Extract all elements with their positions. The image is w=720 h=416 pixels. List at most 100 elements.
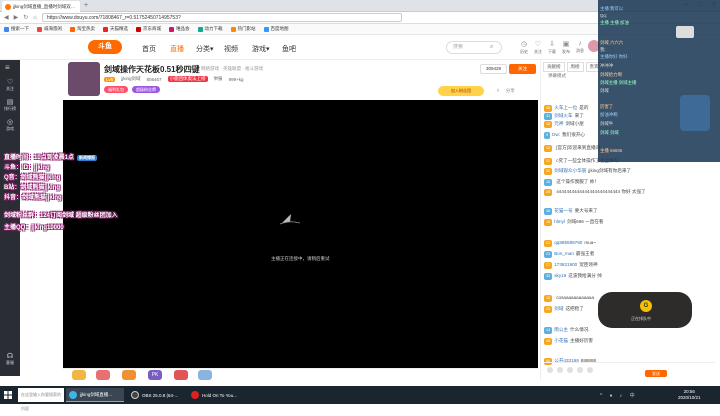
room-meta: Lv5 jjking剑域 808467 小鹿团体奥法上榜 举报 999+kg: [104, 76, 243, 82]
new-tab-icon[interactable]: +: [84, 2, 88, 9]
nav-fishbar[interactable]: 鱼吧: [282, 44, 296, 54]
danmu-line: 加油冲啊: [600, 112, 618, 117]
pk-gift[interactable]: PK: [148, 370, 162, 380]
bookmark-icon: [37, 26, 42, 32]
douyu-mascot-icon: [680, 95, 710, 131]
gift-item[interactable]: [174, 370, 188, 380]
chat-input-bar: [543, 362, 715, 376]
danmu-line: 剑域: [600, 88, 609, 93]
search-input[interactable]: 搜索: [446, 41, 502, 54]
sidebar-item-service[interactable]: ☊ 客服: [0, 352, 20, 366]
gift-item[interactable]: [122, 370, 136, 380]
send-button[interactable]: 发送: [645, 370, 667, 377]
color-icon[interactable]: [577, 366, 583, 373]
nav-video[interactable]: 视频: [224, 44, 238, 54]
nav-home[interactable]: 首页: [142, 44, 156, 54]
tab-contribution[interactable]: 贡献榜: [543, 62, 565, 72]
windows-start-icon[interactable]: [4, 391, 12, 399]
nav-game[interactable]: 游戏▾: [252, 44, 270, 54]
nav-live[interactable]: 直播: [170, 44, 184, 54]
chat-mode-label[interactable]: 弹幕模式: [548, 73, 566, 79]
chat-message: 21 qq885589780 mua~: [544, 240, 596, 247]
overlay-line: 订阅剑域 超级粉丝团加入: [50, 213, 118, 219]
super-fan-badge[interactable]: 超级粉丝牌: [132, 86, 160, 93]
danmu-line: 主播 66666: [600, 148, 623, 153]
chat-message: 23 Bon_man 最强王者: [544, 251, 595, 258]
gift-item[interactable]: [72, 370, 86, 380]
chat-tabs: 贡献榜 周榜 贵宾: [543, 62, 603, 72]
search-icon[interactable]: ⌕: [490, 44, 493, 51]
room-category[interactable]: 神秘 · 网络游戏 · 英雄联盟 · 格斗游戏: [188, 66, 263, 72]
taskbar-item-browser[interactable]: jjking剑域直播...: [66, 388, 124, 402]
room-id: 808467: [146, 76, 162, 82]
bookmark-icon: [70, 26, 75, 32]
menu-icon[interactable]: ≡: [5, 63, 10, 72]
bookmark-icon: [4, 26, 9, 32]
sidebar-item-follow[interactable]: ♡ 关注: [0, 78, 20, 92]
streamer-avatar[interactable]: [68, 62, 100, 96]
trophy-icon: ▤: [6, 99, 14, 106]
system-tray[interactable]: ^ ♦ ♪ 中: [600, 392, 638, 399]
follow-group: 309429 关注: [480, 64, 536, 74]
rank-tag[interactable]: 小鹿团体奥法上榜: [167, 76, 208, 82]
taskbar-clock[interactable]: 20:56 2020/10/21: [678, 389, 701, 401]
taskbar-item-music[interactable]: Hold On To You...: [188, 388, 244, 402]
cube-icon: [676, 26, 694, 38]
sidebar-item-game[interactable]: ◎ 游戏: [0, 118, 20, 132]
bookmark-item[interactable]: 京东商城: [136, 26, 161, 32]
danmu-line: 我:: [600, 47, 606, 52]
message-button[interactable]: ♪ 消息: [572, 40, 588, 54]
follow-button[interactable]: 关注: [509, 64, 536, 74]
bookmark-item[interactable]: 威海悠闲: [37, 26, 62, 32]
bookmark-icon: [136, 26, 141, 32]
tab-weekly[interactable]: 周榜: [566, 62, 584, 72]
chat-message: 33 sky19 这波我给满分 帅: [544, 273, 602, 280]
room-badges: 福利礼包 超级粉丝牌: [104, 86, 160, 93]
gift-pack-badge[interactable]: 福利礼包: [104, 86, 128, 93]
gift-item[interactable]: [198, 370, 212, 380]
browser-tab[interactable]: jjking剑域直播_直播时剑域双…: [2, 1, 80, 12]
forward-icon[interactable]: ▶: [14, 14, 19, 21]
emoji-icon[interactable]: [547, 366, 553, 373]
chat-message: 27 173821900 宠臣领神: [544, 262, 598, 269]
chat-message: 28 4444444444444444444444444 你好 太强了: [544, 189, 646, 196]
bookmark-item[interactable]: 搜索一下: [4, 26, 29, 32]
sidebar-item-rank[interactable]: ▤ 排行榜: [0, 98, 20, 112]
music-app-icon: [191, 391, 199, 399]
overlay-line: Q音：剑域熊猫jjking: [4, 175, 61, 181]
home-icon[interactable]: ⌂: [33, 15, 37, 21]
bookmark-item[interactable]: 动力下载: [197, 26, 223, 32]
gift-item[interactable]: [96, 370, 110, 380]
share-link[interactable]: ⇪ 分享: [496, 88, 515, 94]
overlay-line: 斗鱼：ID：jjking: [4, 165, 50, 171]
bookmark-icon: [169, 26, 174, 32]
danmu-line: 主播你好 你好: [600, 54, 628, 59]
gamepad-icon: ◎: [6, 119, 14, 126]
bookmark-item[interactable]: 热门影站: [230, 26, 256, 32]
douyu-logo[interactable]: 斗鱼: [88, 40, 122, 54]
gift-icon[interactable]: [567, 366, 573, 373]
tab-title: jjking剑域直播_直播时剑域双…: [13, 3, 76, 9]
bookmark-icon: [230, 26, 236, 32]
refresh-icon[interactable]: ↻: [23, 14, 28, 21]
url-input[interactable]: https://www.douyu.com/71808467_r=0.51752…: [41, 13, 402, 22]
settings-icon[interactable]: [587, 366, 593, 373]
bookmark-item[interactable]: 百度地图: [263, 26, 289, 32]
bookmark-item[interactable]: 天猫精选: [103, 26, 128, 32]
bookmark-item[interactable]: 淘宝热卖: [70, 26, 95, 32]
taskbar-item-obs[interactable]: OBS 25.0.8 (64-...: [128, 388, 184, 402]
fan-badge-icon[interactable]: [557, 366, 563, 373]
chat-message: 38 小花猫 主播好厉害: [544, 338, 594, 345]
nav-category[interactable]: 分类▾: [196, 44, 214, 54]
fan-club-banner[interactable]: 加入粉丝团: [438, 86, 484, 96]
hot-value: 999+kg: [228, 76, 244, 82]
chat-message: 19 hlmyl 剑域666 一直在看: [544, 219, 604, 226]
streamer-name[interactable]: jjking剑域: [121, 76, 140, 82]
danmu-line: 冲冲冲: [600, 63, 614, 68]
video-player[interactable]: [63, 100, 538, 368]
taskbar-search[interactable]: 在这里输入你要搜索的内容: [18, 388, 64, 411]
bookmark-item[interactable]: 唯品会: [169, 26, 190, 32]
back-icon[interactable]: ◀: [4, 14, 9, 21]
overlay-tag: 新闻播报: [77, 155, 98, 161]
report-link[interactable]: 举报: [214, 76, 223, 82]
